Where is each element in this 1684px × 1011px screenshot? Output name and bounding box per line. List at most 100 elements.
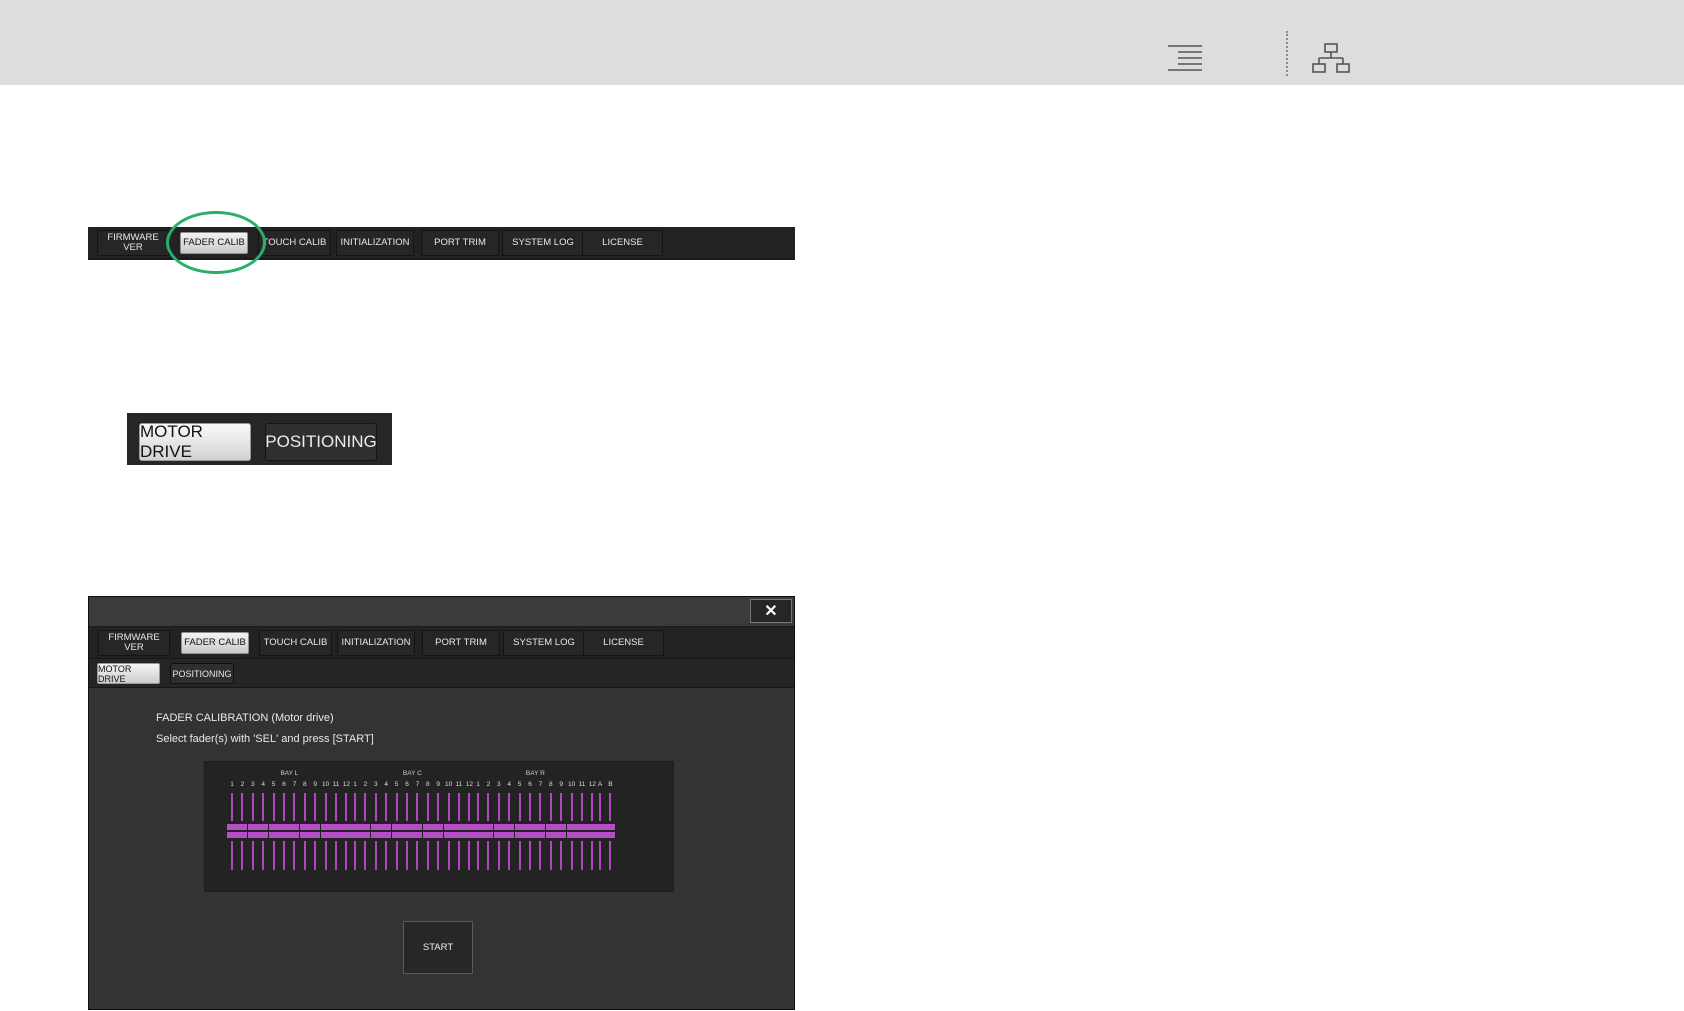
fader-strip[interactable] [412, 793, 423, 871]
tab-license[interactable]: LICENSE [583, 630, 664, 656]
fader-cap [443, 824, 454, 830]
tab-system-log[interactable]: SYSTEM LOG [502, 230, 584, 256]
fader-strip[interactable] [320, 793, 331, 871]
tab-firmware-ver[interactable]: FIRMWARE VER [98, 630, 170, 656]
tab-firmware-ver[interactable]: FIRMWARE VER [97, 230, 169, 256]
fader-strip[interactable] [350, 793, 360, 871]
tab-system-log[interactable]: SYSTEM LOG [503, 630, 585, 656]
channel-number: 3 [496, 781, 501, 788]
fader-strip[interactable] [402, 793, 412, 871]
channel-number: 2 [240, 781, 245, 788]
fader-selection-panel: BAY L 1 2 3 4 5 6 7 8 9 10 11 12 BAY C 1 2 3 4 5 6 7 8 9 10 11 12… [204, 761, 674, 892]
fader-strip[interactable] [289, 793, 300, 871]
fader-track [609, 841, 612, 870]
fader-strip[interactable] [525, 793, 535, 871]
fader-strip[interactable] [310, 793, 321, 871]
fader-cap [483, 832, 494, 838]
fader-cap [473, 832, 483, 838]
fader-track [426, 841, 429, 870]
fader-track [262, 841, 265, 870]
fader-cap [299, 832, 310, 838]
fader-track [549, 793, 552, 821]
fader-cap [473, 824, 483, 830]
fader-track [395, 793, 398, 821]
fader-cap [247, 832, 258, 838]
tab-fader-calib[interactable]: FADER CALIB [181, 632, 249, 654]
fader-strip[interactable] [268, 793, 279, 871]
fader-strip[interactable] [237, 793, 248, 871]
fader-strip[interactable] [473, 793, 483, 871]
fader-strip[interactable] [391, 793, 402, 871]
fader-strip[interactable] [370, 793, 381, 871]
fader-strip[interactable] [279, 793, 289, 871]
tab-touch-calib[interactable]: TOUCH CALIB [258, 230, 331, 256]
table-of-contents-icon[interactable] [1168, 45, 1202, 71]
close-button[interactable]: ✕ [750, 599, 792, 623]
tab-port-trim[interactable]: PORT TRIM [422, 630, 500, 656]
fader-strip[interactable] [258, 793, 269, 871]
fader-strip[interactable] [422, 793, 433, 871]
fader-track [416, 793, 419, 821]
fader-track [477, 793, 479, 821]
fader-strip[interactable] [493, 793, 504, 871]
fader-strip[interactable] [577, 793, 587, 871]
fader-cap [504, 832, 515, 838]
fader-cap [605, 824, 616, 830]
motor-drive-button[interactable]: MOTOR DRIVE [139, 422, 251, 461]
channel-number: 11 [455, 781, 463, 788]
fader-track [374, 841, 377, 870]
fader-cap [391, 824, 402, 830]
fader-track [293, 793, 296, 821]
fader-strip[interactable] [504, 793, 515, 871]
fader-cap [577, 824, 587, 830]
tab-port-trim[interactable]: PORT TRIM [421, 230, 499, 256]
positioning-button[interactable]: POSITIONING [265, 423, 377, 461]
fader-strip[interactable] [227, 793, 237, 871]
fader-track [447, 841, 450, 870]
fader-strip[interactable] [360, 793, 371, 871]
fader-strip[interactable] [545, 793, 556, 871]
tab-initialization[interactable]: INITIALIZATION [337, 630, 415, 656]
fader-strip[interactable] [299, 793, 310, 871]
positioning-button[interactable]: POSITIONING [170, 663, 234, 684]
fader-strip[interactable] [556, 793, 567, 871]
fader-track [262, 793, 265, 821]
fader-track [518, 793, 521, 821]
fader-strip[interactable] [381, 793, 392, 871]
fader-strip[interactable] [331, 793, 341, 871]
fader-strip[interactable] [443, 793, 454, 871]
tab-initialization[interactable]: INITIALIZATION [336, 230, 414, 256]
fader-track [324, 793, 327, 821]
calibration-instruction: Select fader(s) with 'SEL' and press [ST… [156, 733, 374, 745]
fader-track [529, 793, 531, 821]
channel-number: 10 [444, 781, 453, 788]
fader-strip[interactable] [247, 793, 258, 871]
fader-cap [227, 824, 237, 830]
tab-license[interactable]: LICENSE [582, 230, 663, 256]
fader-strip[interactable] [595, 793, 605, 871]
start-button[interactable]: START [403, 921, 473, 974]
fader-strip[interactable] [483, 793, 494, 871]
fader-cap [360, 824, 371, 830]
channel-number: 5 [394, 781, 399, 788]
motor-drive-button[interactable]: MOTOR DRIVE [97, 663, 160, 684]
fader-track [303, 841, 306, 870]
fader-strip[interactable] [433, 793, 444, 871]
fader-track [251, 841, 254, 870]
fader-strip[interactable] [566, 793, 577, 871]
fader-cap [381, 824, 392, 830]
fader-cap [514, 824, 525, 830]
fader-track [293, 841, 296, 870]
fader-cap [310, 832, 321, 838]
fader-strip[interactable] [514, 793, 525, 871]
tab-touch-calib[interactable]: TOUCH CALIB [259, 630, 332, 656]
fader-strip[interactable] [535, 793, 546, 871]
channel-number: 2 [363, 781, 368, 788]
fader-cap [605, 832, 616, 838]
fader-strip[interactable] [605, 793, 616, 871]
sitemap-icon[interactable] [1312, 43, 1350, 74]
fader-calibration-window: ✕ FIRMWARE VER FADER CALIB TOUCH CALIB I… [88, 596, 795, 1010]
fader-cap [443, 832, 454, 838]
fader-strip[interactable] [454, 793, 464, 871]
fader-track [303, 793, 306, 821]
